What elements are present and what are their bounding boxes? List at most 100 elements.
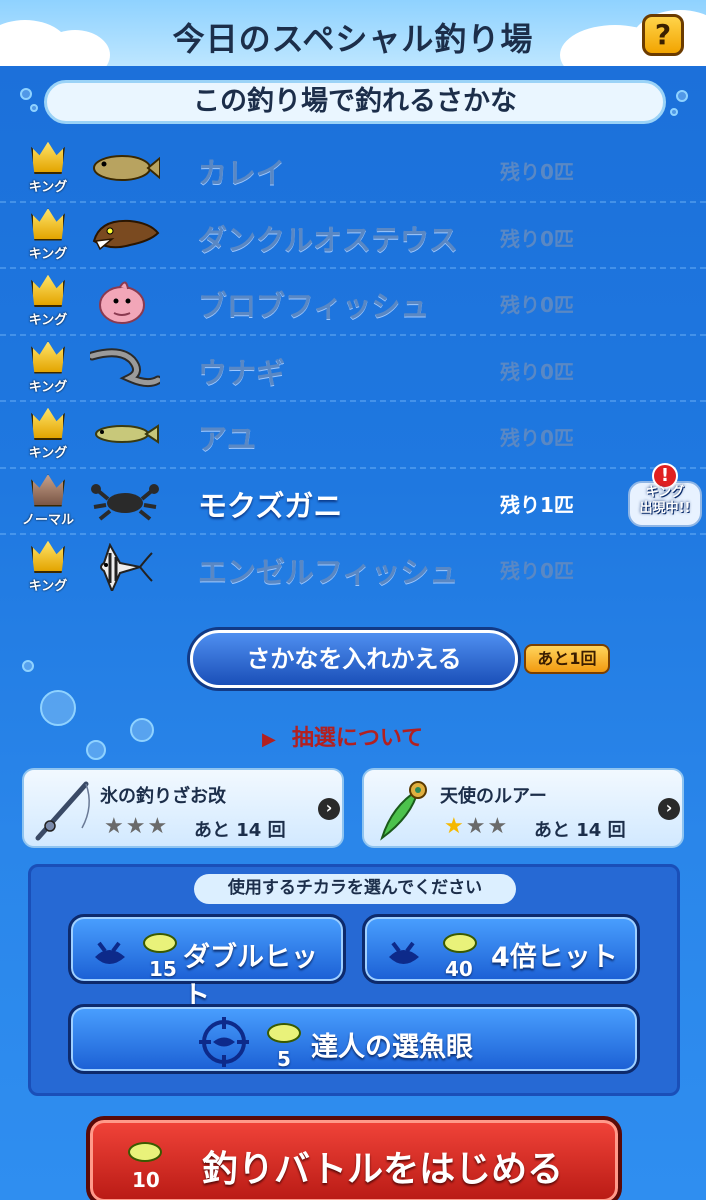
skill-label: 達人の選魚眼 xyxy=(311,1032,473,1063)
angelfish-icon xyxy=(100,543,153,591)
bubble-decoration xyxy=(30,104,38,112)
rank-badge: キング xyxy=(20,207,76,262)
fish-name: ウナギ xyxy=(198,355,286,390)
page-title: 今日のスペシャル釣り場 xyxy=(172,20,534,58)
equipment-remaining: あと 14 回 xyxy=(534,820,626,841)
eel-icon xyxy=(90,347,160,387)
fish-currency-icon xyxy=(128,1142,162,1162)
fish-remain-count: 残り0匹 xyxy=(500,359,574,384)
equipment-remaining: あと 14 回 xyxy=(194,820,286,841)
fish-name: アユ xyxy=(198,422,257,456)
fish-name: ダンクルオステウス xyxy=(198,222,459,257)
rank-badge: キング xyxy=(20,340,76,395)
rank-label: キング xyxy=(28,246,68,262)
rank-label: キング xyxy=(28,579,68,594)
crown-icon xyxy=(31,341,65,374)
fish-row[interactable]: キング エンゼルフィッシュ 残り0匹 xyxy=(0,535,706,602)
fish-name: カレイ xyxy=(198,156,286,190)
crown-icon xyxy=(31,474,65,507)
king-appearing-badge: ! キング 出現中!! xyxy=(622,462,702,531)
fish-currency-icon xyxy=(267,1023,301,1043)
help-button[interactable]: ? xyxy=(642,14,684,56)
target-icon xyxy=(199,1017,249,1067)
rank-label: キング xyxy=(28,379,68,395)
swap-fish-button[interactable]: さかなを入れかえる xyxy=(190,630,518,688)
start-label: 釣りバトルをはじめる xyxy=(202,1149,564,1190)
star-icon: ★ xyxy=(104,814,126,839)
rarity-stars: ★★★ xyxy=(104,814,169,839)
crab-icon xyxy=(91,483,159,521)
header-bar: 今日のスペシャル釣り場 ? xyxy=(0,0,706,66)
bubble-decoration xyxy=(20,88,32,100)
fishing-rod-card[interactable]: 氷の釣りざお改 ★★★ あと 14 回 › xyxy=(22,768,344,848)
play-triangle-icon: ▶ xyxy=(262,729,276,750)
star-icon: ★ xyxy=(125,814,148,839)
dunkleosteus-icon xyxy=(92,219,160,250)
rarity-stars: ★★★ xyxy=(444,814,509,839)
section-title: この釣り場で釣れるさかな xyxy=(44,80,666,124)
king-badge-line1: キング xyxy=(645,484,685,500)
crown-icon xyxy=(31,141,65,174)
crown-icon xyxy=(31,208,65,241)
sweetfish-icon xyxy=(95,424,159,444)
skill-label: 4倍ヒット xyxy=(491,942,618,973)
skill-panel-heading: 使用するチカラを選んでください xyxy=(194,874,516,904)
bubble-decoration xyxy=(86,740,106,760)
fish-row[interactable]: キング アユ 残り0匹 xyxy=(0,402,706,469)
fish-list: キング カレイ 残り0匹 キング ダンクルオステウス 残り0匹 キング ブロブフ… xyxy=(0,136,706,602)
king-badge-line2: 出現中!! xyxy=(639,500,691,516)
fish-currency-icon xyxy=(143,933,177,953)
rank-badge: ノーマル xyxy=(20,473,76,528)
skill-cost: 15 xyxy=(149,957,177,981)
fish-name: ブロブフィッシュ xyxy=(198,289,430,323)
expert-eye-button[interactable]: 5 達人の選魚眼 xyxy=(68,1004,640,1074)
star-icon: ★ xyxy=(465,814,488,839)
bubble-decoration xyxy=(670,108,678,116)
rank-label: キング xyxy=(28,180,68,195)
fish-row[interactable]: キング ダンクルオステウス 残り0匹 xyxy=(0,203,706,269)
star-icon: ★ xyxy=(444,814,466,839)
rank-label: キング xyxy=(28,446,68,461)
fish-row[interactable]: キング ウナギ 残り0匹 xyxy=(0,336,706,402)
start-cost: 10 xyxy=(132,1168,160,1192)
bubble-decoration xyxy=(22,660,34,672)
fish-currency-icon xyxy=(443,933,477,953)
equipment-name: 氷の釣りざお改 xyxy=(100,786,226,807)
rank-badge: キング xyxy=(20,273,76,328)
king-appearing-text: キング 出現中!! xyxy=(630,485,700,517)
fish-hook-icon xyxy=(389,941,419,964)
blobfish-icon xyxy=(99,281,145,324)
fish-remain-count: 残り0匹 xyxy=(500,559,574,583)
swap-remaining-badge: あと1回 xyxy=(524,644,610,674)
fish-hook-icon xyxy=(95,941,125,964)
star-icon: ★ xyxy=(487,814,510,839)
fish-row[interactable]: キング ブロブフィッシュ 残り0匹 xyxy=(0,269,706,336)
fish-remain-count: 残り0匹 xyxy=(500,160,574,184)
skill-cost: 40 xyxy=(445,957,473,981)
fish-row[interactable]: キング カレイ 残り0匹 xyxy=(0,136,706,203)
rank-badge: キング xyxy=(20,406,76,461)
flounder-icon xyxy=(93,155,160,181)
quadruple-hit-button[interactable]: 40 4倍ヒット xyxy=(362,914,640,984)
start-battle-button[interactable]: 10 釣りバトルをはじめる xyxy=(86,1116,622,1200)
crown-icon xyxy=(31,407,65,440)
chevron-right-icon[interactable]: › xyxy=(658,798,680,820)
lottery-info-link[interactable]: ▶ 抽選について xyxy=(262,720,423,752)
skill-label: ダブルヒット xyxy=(183,942,318,1012)
fish-name: エンゼルフィッシュ xyxy=(198,555,459,589)
fishing-rod-icon xyxy=(35,781,90,841)
rank-badge: キング xyxy=(20,140,76,195)
fish-remain-count: 残り1匹 xyxy=(500,492,574,517)
star-icon: ★ xyxy=(147,814,170,839)
double-hit-button[interactable]: 15 ダブルヒット xyxy=(68,914,346,1012)
fish-row[interactable]: ノーマル モクズガニ 残り1匹 ! キング 出現中!! xyxy=(0,462,706,535)
fish-name: モクズガニ xyxy=(198,488,343,523)
crown-icon xyxy=(31,274,65,307)
fish-remain-count: 残り0匹 xyxy=(500,293,574,317)
rank-label: キング xyxy=(28,313,68,328)
lure-card[interactable]: 天使のルアー ★★★ あと 14 回 › xyxy=(362,768,684,848)
lure-icon xyxy=(380,781,427,841)
crown-icon xyxy=(31,540,65,573)
chevron-right-icon[interactable]: › xyxy=(318,798,340,820)
fish-remain-count: 残り0匹 xyxy=(500,226,574,251)
